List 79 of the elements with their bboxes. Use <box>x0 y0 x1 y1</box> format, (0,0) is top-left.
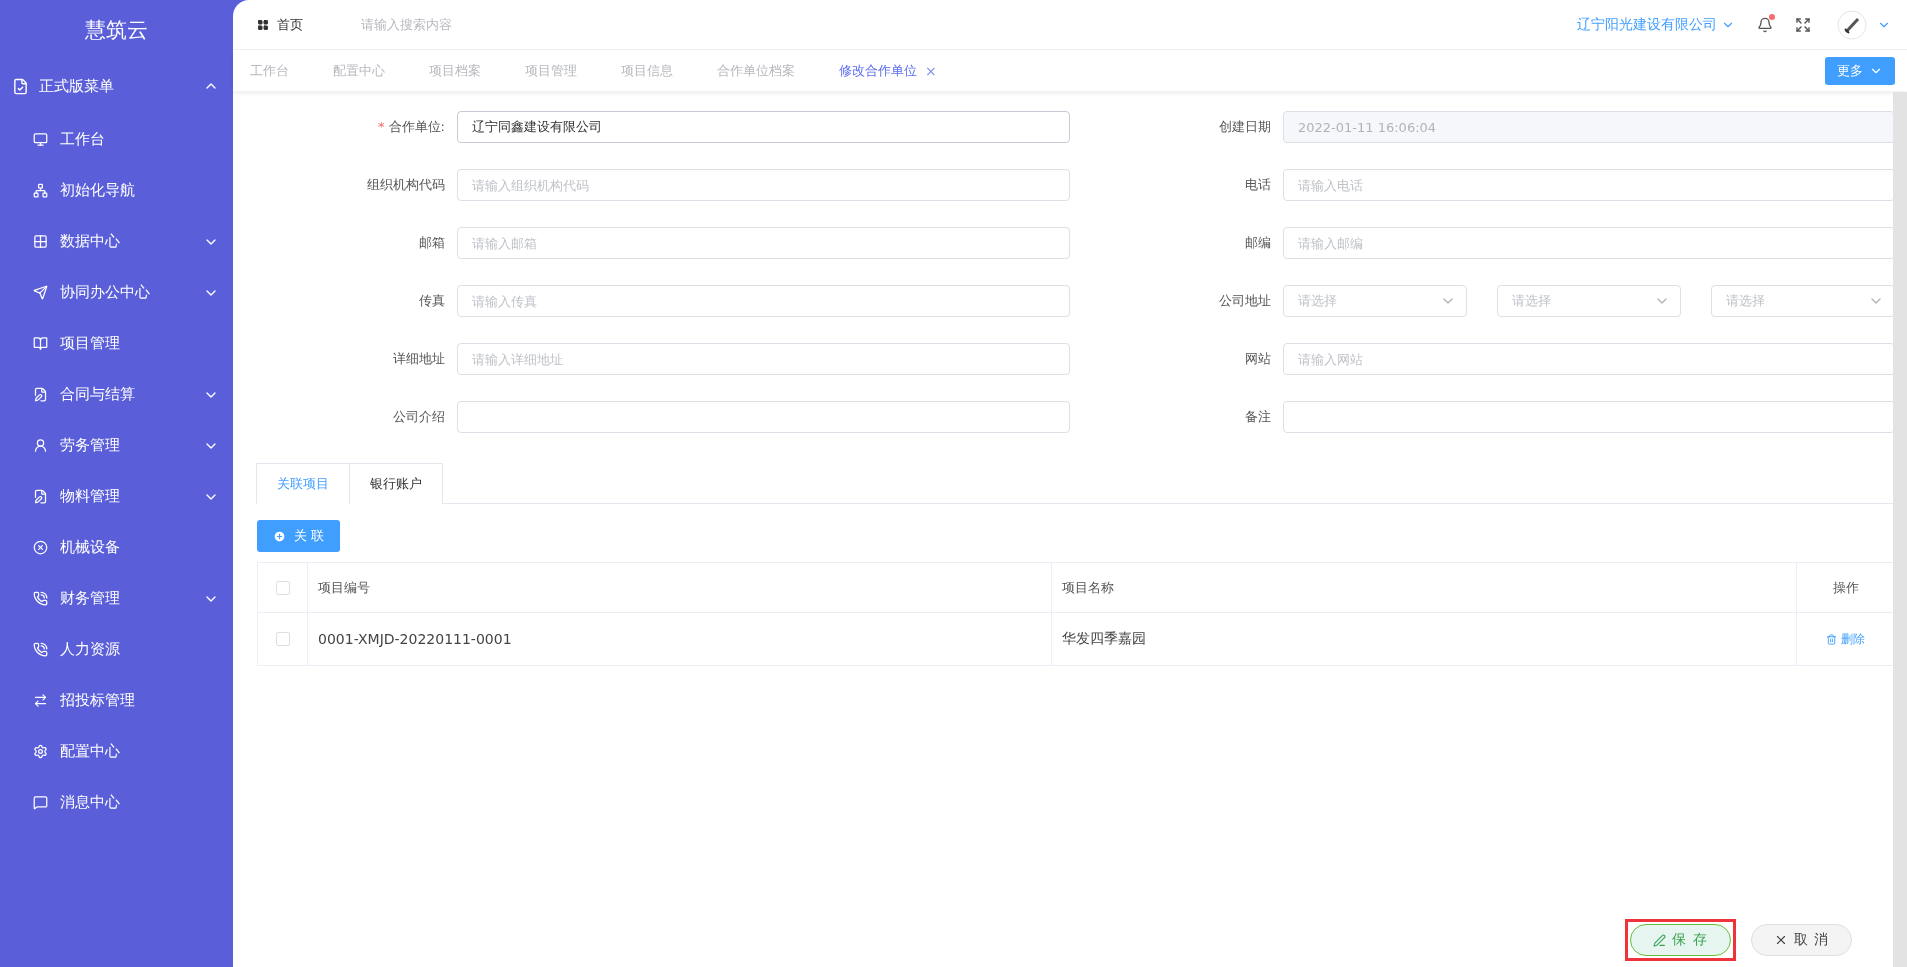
notification-bell-icon[interactable] <box>1757 16 1773 33</box>
field-label: 备注 <box>1244 408 1271 426</box>
app-title: 慧筑云 <box>84 17 149 44</box>
sidebar-item[interactable]: 机械设备 <box>0 522 233 573</box>
field-label: 公司介绍 <box>392 408 445 426</box>
phone-icon <box>33 642 48 657</box>
document-edit-icon <box>33 489 48 504</box>
sidebar-item[interactable]: 数据中心 <box>0 216 233 267</box>
input-field[interactable] <box>1283 401 1895 433</box>
trash-icon <box>1826 633 1837 645</box>
page-tab[interactable]: 修改合作单位 × <box>839 61 937 80</box>
circle-x-icon <box>33 540 48 555</box>
document-edit-icon <box>33 387 48 402</box>
field-label: 公司地址 <box>1218 292 1271 310</box>
column-header: 操作 <box>1831 578 1860 597</box>
input-field[interactable]: 请输入传真 <box>457 285 1070 317</box>
user-icon <box>33 438 48 453</box>
sidebar-item[interactable]: 合同与结算 <box>0 369 233 420</box>
fullscreen-icon[interactable] <box>1795 16 1811 33</box>
monitor-icon <box>33 132 48 147</box>
sidebar-item[interactable]: 物料管理 <box>0 471 233 522</box>
book-icon <box>33 336 48 351</box>
settings-icon <box>33 744 48 759</box>
input-field[interactable]: 请输入网站 <box>1283 343 1895 375</box>
avatar-icon[interactable] <box>1837 9 1867 40</box>
field-label: 邮编 <box>1244 234 1271 252</box>
field-label: 传真 <box>418 292 445 310</box>
sidebar-item[interactable]: 人力资源 <box>0 624 233 675</box>
menu-icon <box>12 77 29 95</box>
phone-icon <box>33 591 48 606</box>
close-tab-icon[interactable]: × <box>925 62 937 79</box>
input-field[interactable]: 请输入组织机构代码 <box>457 169 1070 201</box>
input-field[interactable] <box>457 401 1070 433</box>
home-link[interactable]: 首页 <box>277 15 303 34</box>
cancel-button[interactable]: 取 消 <box>1750 924 1852 956</box>
field-label: 组织机构代码 <box>366 176 445 194</box>
field-label: * 合作单位: <box>377 118 445 136</box>
table-cell: 华发四季嘉园 <box>1052 613 1797 665</box>
sidebar-item[interactable]: 工作台 <box>0 114 233 165</box>
sidebar-item[interactable]: 配置中心 <box>0 726 233 777</box>
hierarchy-icon <box>33 183 48 198</box>
field-label: 创建日期 <box>1218 118 1271 136</box>
plus-circle-icon <box>273 529 286 543</box>
field-label: 详细地址 <box>392 350 445 368</box>
input-field[interactable]: 请输入电话 <box>1283 169 1895 201</box>
section-tab[interactable]: 关联项目 <box>256 463 350 504</box>
sidebar-item[interactable]: 项目管理 <box>0 318 233 369</box>
input-field[interactable]: 请输入邮编 <box>1283 227 1895 259</box>
column-header: 项目名称 <box>1052 563 1797 612</box>
input-field[interactable]: 请输入详细地址 <box>457 343 1070 375</box>
grid-icon <box>257 18 269 31</box>
checkbox[interactable] <box>275 632 290 646</box>
message-icon <box>33 795 48 810</box>
send-icon <box>33 285 48 300</box>
field-label: 电话 <box>1244 176 1271 194</box>
company-dropdown[interactable]: 辽宁阳光建设有限公司 <box>1577 15 1735 34</box>
pen-icon <box>1653 933 1667 947</box>
more-button[interactable]: 更多 <box>1825 56 1895 85</box>
link-button[interactable]: 关 联 <box>257 520 341 552</box>
sidebar-item[interactable]: 消息中心 <box>0 777 233 828</box>
column-header: 项目编号 <box>308 563 1052 612</box>
section-tab[interactable]: 银行账户 <box>349 463 443 504</box>
sidebar-item[interactable]: 招投标管理 <box>0 675 233 726</box>
grid-icon <box>33 234 48 249</box>
sidebar-item[interactable]: 协同办公中心 <box>0 267 233 318</box>
input-field[interactable]: 辽宁同鑫建设有限公司 <box>457 111 1070 143</box>
swap-arrows-icon <box>33 693 48 708</box>
delete-link[interactable]: 删除 <box>1826 630 1865 648</box>
input-field[interactable]: 请输入邮箱 <box>457 227 1070 259</box>
save-button[interactable]: 保 存 <box>1630 924 1731 956</box>
scrollbar[interactable] <box>1893 92 1907 967</box>
field-label: 网站 <box>1244 350 1271 368</box>
sidebar-item[interactable]: 劳务管理 <box>0 420 233 471</box>
checkbox[interactable] <box>275 580 290 595</box>
sidebar-item[interactable]: 初始化导航 <box>0 165 233 216</box>
field-label: 邮箱 <box>418 234 445 252</box>
menu-group[interactable]: 正式版菜单 <box>0 58 233 114</box>
sidebar-item[interactable]: 财务管理 <box>0 573 233 624</box>
table-cell: 0001-XMJD-20220111-0001 <box>308 613 1052 665</box>
